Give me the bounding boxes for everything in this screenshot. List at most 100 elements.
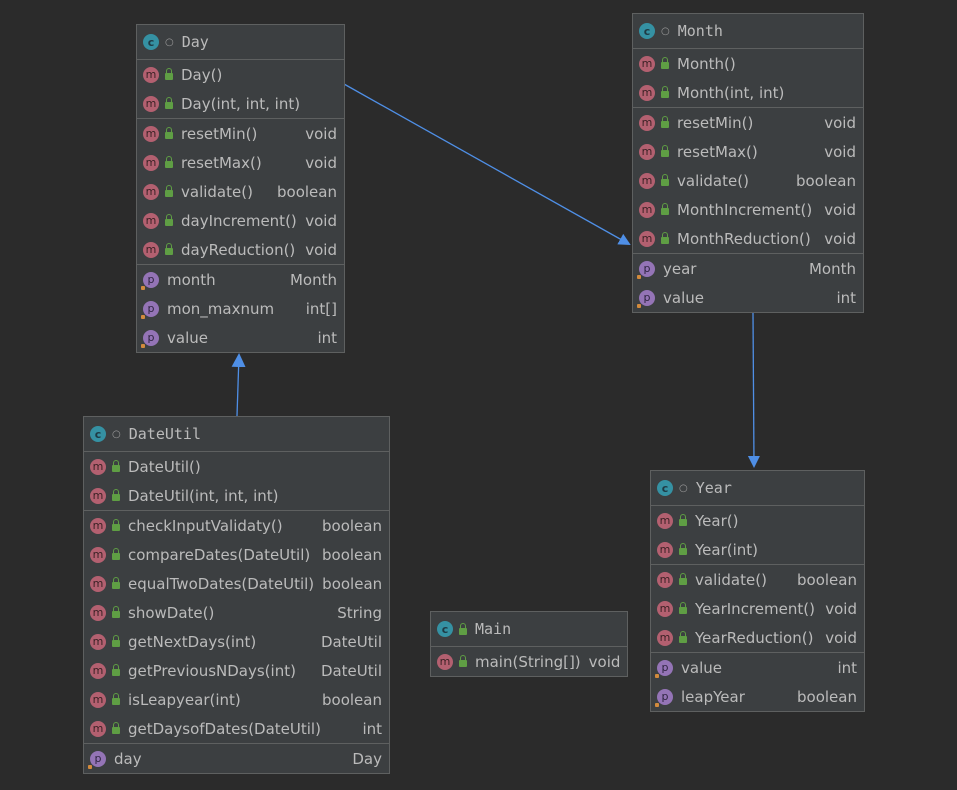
method-row[interactable]: m resetMin() void	[137, 119, 344, 148]
method-name: getDaysofDates(DateUtil)	[128, 719, 321, 738]
method-row[interactable]: m checkInputValidaty() boolean	[84, 511, 389, 540]
method-row[interactable]: m YearIncrement() void	[651, 594, 864, 623]
constructor-row[interactable]: m Month()	[633, 49, 863, 78]
method-icon: m	[90, 487, 106, 504]
constructor-row[interactable]: m Month(int, int)	[633, 78, 863, 107]
class-header[interactable]: c ○ Month	[633, 14, 863, 49]
constructors-section: m Day() m Day(int, int, int)	[137, 60, 344, 119]
methods-section: m main(String[]) void	[431, 647, 627, 676]
field-row[interactable]: p month Month	[137, 265, 344, 294]
field-row[interactable]: p value int	[633, 283, 863, 312]
field-type: Month	[289, 270, 337, 289]
constructor-row[interactable]: m Year()	[651, 506, 864, 535]
constructor-row[interactable]: m DateUtil()	[84, 452, 389, 481]
class-main[interactable]: c Main m main(String[]) void	[430, 611, 628, 677]
method-name: compareDates(DateUtil)	[128, 545, 311, 564]
method-name: equalTwoDates(DateUtil)	[128, 574, 315, 593]
public-lock-icon	[661, 145, 669, 157]
method-icon: m	[90, 691, 106, 708]
method-name: MonthIncrement()	[677, 200, 813, 219]
constructor-row[interactable]: m Day(int, int, int)	[137, 89, 344, 118]
field-type: Month	[808, 259, 856, 278]
method-icon: m	[639, 172, 655, 189]
constructor-row[interactable]: m Day()	[137, 60, 344, 89]
fields-section: p value int p leapYear boolean	[651, 653, 864, 711]
method-icon: m	[90, 633, 106, 650]
method-row[interactable]: m resetMin() void	[633, 108, 863, 137]
class-header[interactable]: c ○ DateUtil	[84, 417, 389, 452]
method-row[interactable]: m compareDates(DateUtil) boolean	[84, 540, 389, 569]
method-row[interactable]: m equalTwoDates(DateUtil) boolean	[84, 569, 389, 598]
public-lock-icon	[679, 631, 687, 643]
method-icon: m	[639, 84, 655, 101]
class-name: Year	[695, 479, 732, 497]
method-row[interactable]: m getDaysofDates(DateUtil) int	[84, 714, 389, 743]
class-day[interactable]: c ○ Day m Day() m Day(int, int, int) m rese…	[136, 24, 345, 353]
class-header[interactable]: c Main	[431, 612, 627, 647]
method-row[interactable]: m YearReduction() void	[651, 623, 864, 652]
class-icon: c	[639, 23, 655, 39]
field-name: value	[663, 288, 704, 307]
return-type: boolean	[796, 171, 856, 190]
field-row[interactable]: p leapYear boolean	[651, 682, 864, 711]
method-row[interactable]: m validate() boolean	[633, 166, 863, 195]
field-row[interactable]: p day Day	[84, 744, 389, 773]
method-row[interactable]: m getNextDays(int) DateUtil	[84, 627, 389, 656]
method-row[interactable]: m dayIncrement() void	[137, 206, 344, 235]
class-icon: c	[437, 621, 453, 637]
class-name: Month	[677, 22, 723, 40]
constructors-section: m Year() m Year(int)	[651, 506, 864, 565]
field-row[interactable]: p value int	[651, 653, 864, 682]
return-type: boolean	[797, 570, 857, 589]
method-icon: m	[143, 241, 159, 258]
public-lock-icon	[661, 174, 669, 186]
constructor-name: DateUtil()	[128, 457, 201, 476]
class-dateutil[interactable]: c ○ DateUtil m DateUtil() m DateUtil(int, …	[83, 416, 390, 774]
constructor-name: Month()	[677, 54, 736, 73]
method-icon: m	[639, 201, 655, 218]
class-header[interactable]: c ○ Year	[651, 471, 864, 506]
field-row[interactable]: p value int	[137, 323, 344, 352]
method-row[interactable]: m MonthReduction() void	[633, 224, 863, 253]
method-name: getPreviousNDays(int)	[128, 661, 296, 680]
method-row[interactable]: m resetMax() void	[137, 148, 344, 177]
class-month[interactable]: c ○ Month m Month() m Month(int, int) m res…	[632, 13, 864, 313]
field-name: mon_maxnum	[167, 299, 275, 318]
public-lock-icon	[459, 655, 467, 667]
method-row[interactable]: m getPreviousNDays(int) DateUtil	[84, 656, 389, 685]
method-row[interactable]: m main(String[]) void	[431, 647, 627, 676]
method-name: YearReduction()	[695, 628, 814, 647]
field-row[interactable]: p mon_maxnum int[]	[137, 294, 344, 323]
method-row[interactable]: m isLeapyear(int) boolean	[84, 685, 389, 714]
field-row[interactable]: p year Month	[633, 254, 863, 283]
public-lock-icon	[165, 68, 173, 80]
public-lock-icon	[165, 185, 173, 197]
method-row[interactable]: m resetMax() void	[633, 137, 863, 166]
method-row[interactable]: m dayReduction() void	[137, 235, 344, 264]
class-year[interactable]: c ○ Year m Year() m Year(int) m validate() b…	[650, 470, 865, 712]
method-row[interactable]: m validate() boolean	[651, 565, 864, 594]
day-to-month-association	[343, 83, 631, 245]
month-to-year-association	[747, 312, 760, 468]
constructor-row[interactable]: m Year(int)	[651, 535, 864, 564]
constructor-row[interactable]: m DateUtil(int, int, int)	[84, 481, 389, 510]
return-type: void	[824, 200, 856, 219]
return-type: DateUtil	[320, 632, 382, 651]
constructors-section: m DateUtil() m DateUtil(int, int, int)	[84, 452, 389, 511]
field-type: boolean	[797, 687, 857, 706]
constructor-name: DateUtil(int, int, int)	[128, 486, 279, 505]
field-type: int	[836, 288, 856, 307]
method-row[interactable]: m MonthIncrement() void	[633, 195, 863, 224]
class-header[interactable]: c ○ Day	[137, 25, 344, 60]
method-icon: m	[639, 55, 655, 72]
return-type: void	[824, 142, 856, 161]
method-name: showDate()	[128, 603, 215, 622]
public-lock-icon	[661, 57, 669, 69]
method-name: main(String[])	[475, 652, 581, 671]
public-lock-icon	[459, 622, 467, 635]
method-icon: m	[143, 66, 159, 83]
method-row[interactable]: m validate() boolean	[137, 177, 344, 206]
method-row[interactable]: m showDate() String	[84, 598, 389, 627]
method-name: getNextDays(int)	[128, 632, 257, 651]
public-lock-icon	[112, 722, 120, 734]
